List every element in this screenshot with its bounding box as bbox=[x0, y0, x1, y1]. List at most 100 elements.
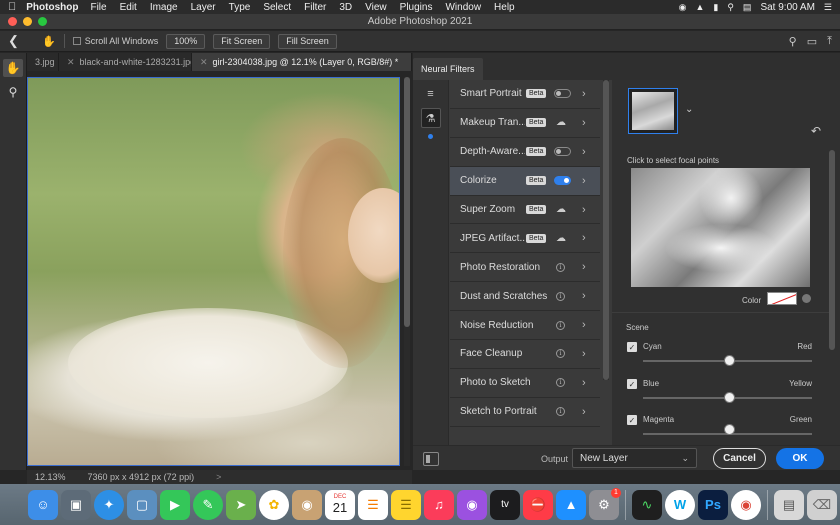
menu-select[interactable]: Select bbox=[263, 2, 291, 13]
chevron-right-icon[interactable]: › bbox=[582, 348, 586, 360]
menu-clock[interactable]: Sat 9:00 AM bbox=[760, 2, 814, 13]
zoom-window-button[interactable] bbox=[38, 17, 47, 26]
finder-icon[interactable]: ☺ bbox=[28, 489, 58, 520]
chevron-right-icon[interactable]: › bbox=[582, 117, 586, 129]
output-select[interactable]: New Layer ⌄ bbox=[572, 448, 697, 468]
zoom-tool-icon[interactable]: ⚲ bbox=[0, 83, 26, 101]
canvas-scroll-thumb[interactable] bbox=[404, 77, 410, 327]
messages-icon[interactable]: ✎ bbox=[193, 489, 223, 520]
contacts-icon[interactable]: ◉ bbox=[292, 489, 322, 520]
status-menu-chevron[interactable]: > bbox=[216, 472, 221, 482]
filter-list-scroll-thumb[interactable] bbox=[603, 80, 609, 380]
filter-toggle[interactable] bbox=[554, 147, 571, 157]
photos-icon[interactable]: ✿ bbox=[259, 489, 289, 520]
chevron-right-icon[interactable]: › bbox=[582, 377, 586, 389]
menu-window[interactable]: Window bbox=[445, 2, 481, 13]
info-icon[interactable]: i bbox=[556, 262, 565, 272]
menu-edit[interactable]: Edit bbox=[120, 2, 137, 13]
chevron-right-icon[interactable]: › bbox=[582, 261, 586, 273]
safari-icon[interactable]: ✦ bbox=[94, 489, 124, 520]
chevron-right-icon[interactable]: › bbox=[582, 290, 586, 302]
menu-3d[interactable]: 3D bbox=[339, 2, 352, 13]
menu-filter[interactable]: Filter bbox=[304, 2, 326, 13]
zoom-100-button[interactable]: 100% bbox=[166, 33, 206, 49]
filter-list-scrollbar[interactable] bbox=[603, 80, 609, 380]
document-canvas[interactable] bbox=[27, 77, 400, 466]
beta-filters-icon[interactable]: ⚗ bbox=[420, 108, 441, 128]
word-icon[interactable]: W bbox=[665, 489, 695, 520]
settings-scrollbar[interactable] bbox=[829, 150, 835, 350]
facetime-icon[interactable]: ▶ bbox=[160, 489, 190, 520]
filter-depth-aware-haze[interactable]: Depth-Aware... Beta › bbox=[450, 138, 600, 167]
filter-toggle[interactable] bbox=[554, 176, 571, 186]
menu-view[interactable]: View bbox=[365, 2, 387, 13]
close-tab-icon[interactable]: ✕ bbox=[200, 57, 208, 68]
reminders-icon[interactable]: ☰ bbox=[358, 489, 388, 520]
chevron-right-icon[interactable]: › bbox=[582, 175, 586, 187]
close-window-button[interactable] bbox=[8, 17, 17, 26]
menu-layer[interactable]: Layer bbox=[191, 2, 216, 13]
fit-screen-button[interactable]: Fit Screen bbox=[213, 33, 271, 49]
filter-colorize[interactable]: Colorize Beta › bbox=[450, 166, 600, 196]
hand-tool-icon[interactable]: ✋ bbox=[3, 59, 23, 77]
filter-photo-restoration[interactable]: Photo Restoration i › bbox=[450, 253, 600, 283]
all-filters-icon[interactable]: ≡ bbox=[421, 84, 441, 104]
filter-toggle[interactable] bbox=[554, 89, 571, 99]
reference-thumbnail[interactable] bbox=[628, 88, 678, 134]
doc-tab-1[interactable]: 3.jpg bbox=[27, 53, 59, 71]
zoom-level[interactable]: 12.13% bbox=[35, 472, 66, 482]
battery-icon[interactable]: ▮ bbox=[713, 2, 718, 13]
focal-preview-image[interactable] bbox=[631, 168, 810, 287]
doc-tab-2[interactable]: ✕ black-and-white-1283231.jpg bbox=[59, 53, 192, 71]
preview-toggle-icon[interactable] bbox=[423, 452, 439, 466]
neural-filters-tab[interactable]: Neural Filters bbox=[413, 58, 483, 80]
eyedropper-icon[interactable] bbox=[802, 294, 811, 303]
podcasts-icon[interactable]: ◉ bbox=[457, 489, 487, 520]
filter-dust-and-scratches[interactable]: Dust and Scratches i › bbox=[450, 282, 600, 312]
calendar-icon[interactable]: DEC 21 bbox=[325, 489, 355, 520]
canvas-area[interactable] bbox=[27, 71, 412, 470]
slider-knob[interactable] bbox=[724, 424, 735, 435]
cloud-download-icon[interactable]: ☁ bbox=[556, 117, 566, 128]
filter-super-zoom[interactable]: Super Zoom Beta ☁ › bbox=[450, 196, 600, 225]
menu-image[interactable]: Image bbox=[150, 2, 178, 13]
workspace-icon[interactable]: ▭ bbox=[807, 35, 817, 48]
back-arrow-icon[interactable]: ❮ bbox=[8, 33, 24, 49]
filter-sketch-to-portrait[interactable]: Sketch to Portrait i › bbox=[450, 398, 600, 427]
downloads-icon[interactable]: ▤ bbox=[774, 489, 804, 520]
chevron-down-icon[interactable]: ⌄ bbox=[685, 104, 693, 115]
filter-makeup-transfer[interactable]: Makeup Tran... Beta ☁ › bbox=[450, 109, 600, 138]
close-tab-icon[interactable]: ✕ bbox=[67, 57, 75, 68]
creative-cloud-icon[interactable]: ◉ bbox=[679, 2, 687, 13]
slider-checkbox[interactable]: ✓ bbox=[627, 342, 637, 352]
filter-jpeg-artifacts[interactable]: JPEG Artifact... Beta ☁ › bbox=[450, 224, 600, 254]
menu-type[interactable]: Type bbox=[229, 2, 251, 13]
news-icon[interactable]: ⛔ bbox=[523, 489, 553, 520]
info-icon[interactable]: i bbox=[556, 349, 565, 359]
chevron-right-icon[interactable]: › bbox=[582, 204, 586, 216]
appstore-icon[interactable]: ▲ bbox=[556, 489, 586, 520]
trash-icon[interactable]: ⌫ bbox=[807, 489, 837, 520]
filter-smart-portrait[interactable]: Smart Portrait Beta › bbox=[450, 80, 600, 109]
control-center-icon[interactable]: ▤ bbox=[743, 2, 752, 13]
maps-icon[interactable]: ➤ bbox=[226, 489, 256, 520]
cloud-download-icon[interactable]: ☁ bbox=[556, 233, 566, 244]
slider-knob[interactable] bbox=[724, 392, 735, 403]
hand-tool-icon[interactable]: ✋ bbox=[42, 35, 56, 48]
apple-menu-icon[interactable]:  bbox=[8, 1, 16, 13]
chevron-right-icon[interactable]: › bbox=[582, 146, 586, 158]
chevron-right-icon[interactable]: › bbox=[582, 88, 586, 100]
activity-monitor-icon[interactable]: ∿ bbox=[632, 489, 662, 520]
info-icon[interactable]: i bbox=[556, 320, 565, 330]
slider-checkbox[interactable]: ✓ bbox=[627, 379, 637, 389]
doc-tab-3[interactable]: ✕ girl-2304038.jpg @ 12.1% (Layer 0, RGB… bbox=[192, 53, 412, 71]
launchpad-icon[interactable]: ▣ bbox=[61, 489, 91, 520]
info-icon[interactable]: i bbox=[556, 407, 565, 417]
info-icon[interactable]: i bbox=[556, 291, 565, 301]
music-icon[interactable]: ♫ bbox=[424, 489, 454, 520]
chevron-right-icon[interactable]: › bbox=[582, 406, 586, 418]
slider-knob[interactable] bbox=[724, 355, 735, 366]
fill-screen-button[interactable]: Fill Screen bbox=[278, 33, 337, 49]
tv-icon[interactable]: tv bbox=[490, 489, 520, 520]
photoshop-icon[interactable]: Ps bbox=[698, 489, 728, 520]
